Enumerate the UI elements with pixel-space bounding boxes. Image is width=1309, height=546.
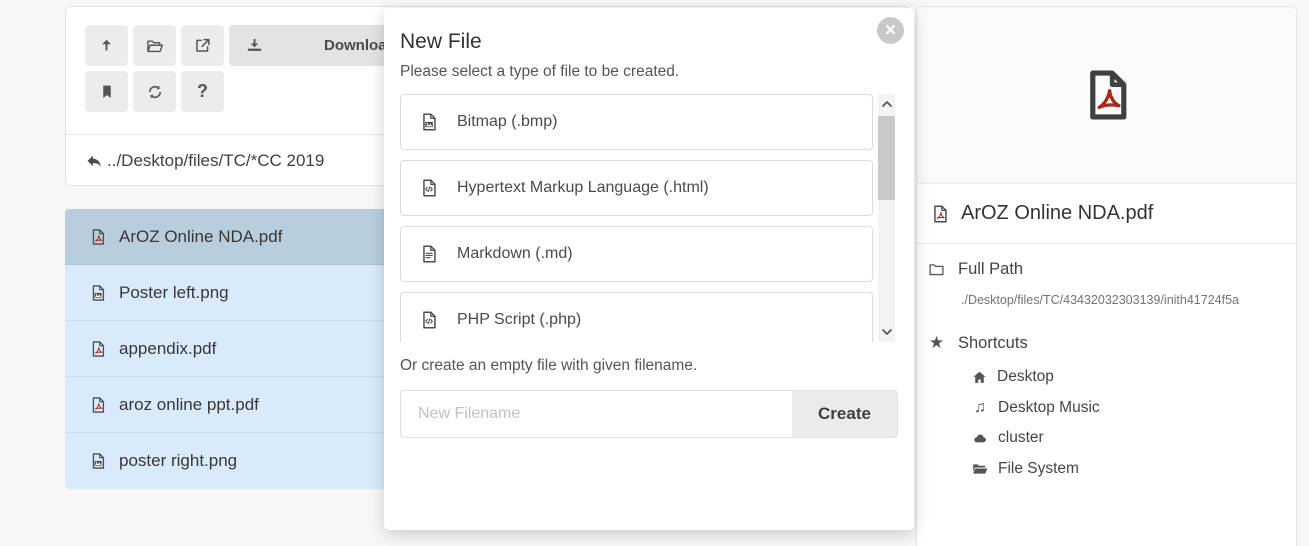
file-type-bitmap[interactable]: Bitmap (.bmp) <box>400 94 873 150</box>
file-pdf-icon <box>88 339 108 359</box>
file-image-icon <box>418 111 440 133</box>
scrollbar <box>878 94 895 342</box>
modal-close-button[interactable]: × <box>877 17 904 44</box>
upload-button[interactable] <box>85 25 128 66</box>
shortcut-label: File System <box>998 460 1079 478</box>
file-name: Poster left.png <box>119 283 229 303</box>
file-text-icon <box>418 243 440 265</box>
shortcut-list: Desktop ♫ Desktop Music cluster File Sys… <box>971 362 1286 484</box>
file-type-label: Markdown (.md) <box>457 245 573 263</box>
file-image-icon <box>88 451 108 471</box>
create-button[interactable]: Create <box>792 390 898 438</box>
breadcrumb-path: ../Desktop/files/TC/*CC 2019 <box>107 151 324 171</box>
file-pdf-icon <box>88 227 108 247</box>
shortcuts-row: ★ Shortcuts <box>927 333 1286 353</box>
file-code-icon <box>418 177 440 199</box>
open-external-button[interactable] <box>181 25 224 66</box>
folder-icon <box>927 260 946 279</box>
refresh-icon <box>146 83 164 101</box>
shortcut-desktop-music[interactable]: ♫ Desktop Music <box>971 393 1286 424</box>
new-file-modal: × New File Please select a type of file … <box>384 8 914 530</box>
home-icon <box>971 369 988 386</box>
breadcrumb: ../Desktop/files/TC/*CC 2019 <box>85 135 324 187</box>
file-details-panel: ArOZ Online NDA.pdf Full Path ./Desktop/… <box>916 6 1297 546</box>
new-filename-input[interactable] <box>400 390 792 438</box>
file-pdf-icon <box>88 395 108 415</box>
file-type-list: Bitmap (.bmp) Hypertext Markup Language … <box>400 94 873 342</box>
full-path-label: Full Path <box>958 260 1023 279</box>
chevron-down-icon <box>881 328 893 336</box>
help-button[interactable]: ? <box>181 71 224 112</box>
refresh-button[interactable] <box>133 71 176 112</box>
details-file-name: ArOZ Online NDA.pdf <box>961 202 1153 225</box>
folder-open-icon <box>145 36 165 56</box>
shortcuts-label: Shortcuts <box>958 334 1028 353</box>
file-name: aroz online ppt.pdf <box>119 395 259 415</box>
shortcut-cluster[interactable]: cluster <box>971 423 1286 454</box>
shortcut-file-system[interactable]: File System <box>971 454 1286 485</box>
shortcut-label: Desktop Music <box>998 399 1100 417</box>
new-filename-group: Create <box>400 390 898 438</box>
scrollbar-down-arrow[interactable] <box>878 324 895 340</box>
full-path-row: Full Path <box>927 260 1286 279</box>
shortcut-label: cluster <box>998 429 1044 447</box>
file-type-label: Hypertext Markup Language (.html) <box>457 179 709 197</box>
file-name: ArOZ Online NDA.pdf <box>119 227 282 247</box>
file-pdf-icon <box>929 203 951 225</box>
details-title-row: ArOZ Online NDA.pdf <box>917 184 1296 244</box>
full-path-value: ./Desktop/files/TC/43432032303139/inith4… <box>961 293 1286 307</box>
file-name: poster right.png <box>119 451 237 471</box>
download-icon <box>245 36 264 55</box>
modal-title: New File <box>400 30 898 54</box>
chevron-up-icon <box>881 100 893 108</box>
question-icon: ? <box>197 81 208 102</box>
file-type-label: Bitmap (.bmp) <box>457 113 557 131</box>
or-create-text: Or create an empty file with given filen… <box>400 357 898 375</box>
file-type-label: PHP Script (.php) <box>457 311 581 329</box>
file-pdf-large-icon <box>1076 62 1138 128</box>
shortcut-desktop[interactable]: Desktop <box>971 362 1286 393</box>
folder-open-icon <box>971 460 989 478</box>
scrollbar-thumb[interactable] <box>878 116 895 200</box>
details-properties: Full Path ./Desktop/files/TC/43432032303… <box>917 244 1296 500</box>
modal-subtitle: Please select a type of file to be creat… <box>400 63 898 81</box>
star-icon: ★ <box>927 333 946 353</box>
shortcut-label: Desktop <box>997 368 1054 386</box>
bookmark-button[interactable] <box>85 71 128 112</box>
file-preview-area <box>917 7 1296 184</box>
cloud-icon <box>971 429 989 447</box>
close-icon: × <box>885 21 896 40</box>
file-type-scroll-area: Bitmap (.bmp) Hypertext Markup Language … <box>400 94 898 342</box>
external-link-icon <box>193 36 212 55</box>
arrow-up-icon <box>97 36 116 55</box>
file-type-html[interactable]: Hypertext Markup Language (.html) <box>400 160 873 216</box>
file-manager-page: Download ? ../Desktop/files/TC/*CC 2019 <box>0 0 1309 546</box>
open-folder-button[interactable] <box>133 25 176 66</box>
file-name: appendix.pdf <box>119 339 216 359</box>
bookmark-icon <box>98 83 116 101</box>
file-type-php[interactable]: PHP Script (.php) <box>400 292 873 342</box>
file-type-markdown[interactable]: Markdown (.md) <box>400 226 873 282</box>
file-image-icon <box>88 283 108 303</box>
scrollbar-up-arrow[interactable] <box>878 96 895 112</box>
back-arrow-icon[interactable] <box>85 152 104 171</box>
file-code-icon <box>418 309 440 331</box>
music-icon: ♫ <box>971 399 989 417</box>
